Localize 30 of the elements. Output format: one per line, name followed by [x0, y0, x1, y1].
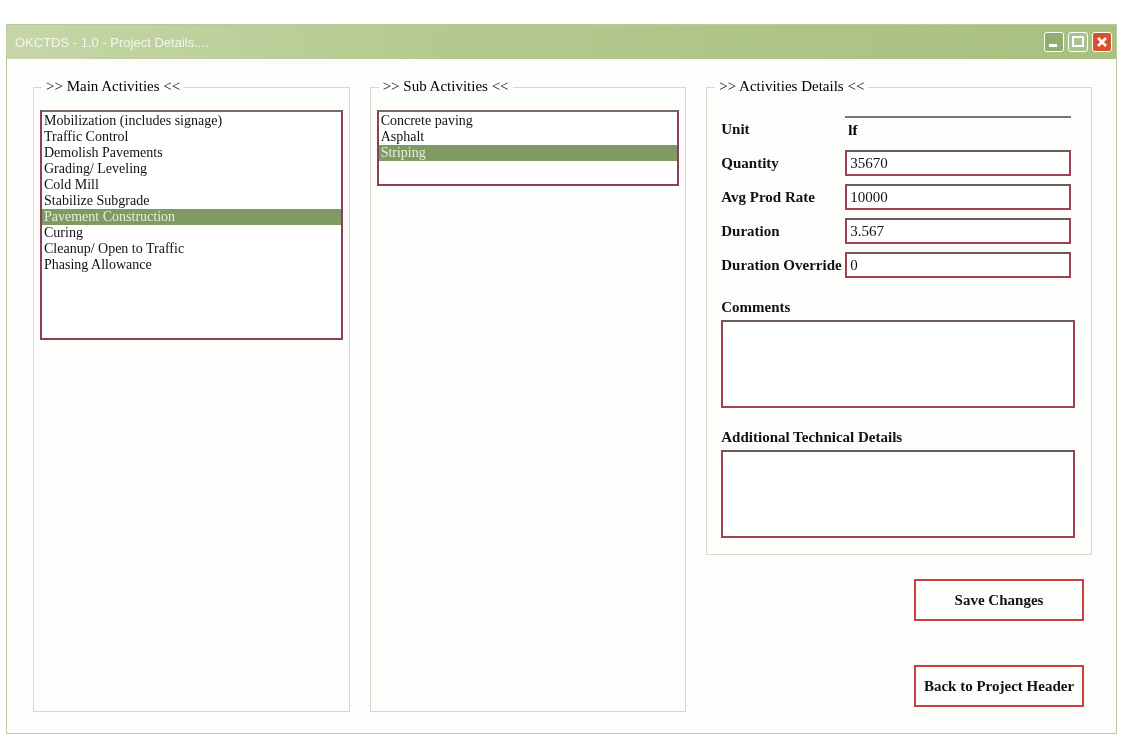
field-label: Avg Prod Rate	[721, 188, 816, 206]
list-item[interactable]: Traffic Control	[42, 129, 341, 145]
list-item[interactable]: Concrete paving	[378, 113, 678, 129]
list-item[interactable]: Asphalt	[378, 129, 678, 145]
field-label: Quantity	[721, 154, 780, 172]
text-area[interactable]	[721, 450, 1075, 538]
list-item[interactable]: Grading/ Leveling	[42, 161, 341, 177]
list-item[interactable]: Curing	[42, 225, 341, 241]
list-item[interactable]: Demolish Pavements	[42, 145, 341, 161]
input-field[interactable]: 10000	[845, 184, 1071, 210]
list-item[interactable]: Cold Mill	[42, 177, 341, 193]
minimize-icon[interactable]	[1044, 32, 1064, 52]
text-area[interactable]	[721, 320, 1075, 408]
field-label: Additional Technical Details	[721, 429, 903, 445]
action-button[interactable]: Save Changes	[914, 579, 1084, 621]
list-item[interactable]: Phasing Allowance	[42, 257, 341, 273]
field-label: Comments	[721, 299, 791, 315]
input-field[interactable]: 3.567	[845, 218, 1071, 244]
close-icon[interactable]	[1092, 32, 1112, 52]
action-button[interactable]: Back to Project Header	[914, 665, 1084, 707]
field-label: Duration	[721, 222, 781, 240]
input-field[interactable]: 35670	[845, 150, 1071, 176]
list-item[interactable]: Stabilize Subgrade	[42, 193, 341, 209]
input-field[interactable]: 0	[845, 252, 1071, 278]
field-label: Duration Override	[721, 256, 843, 274]
list-item[interactable]: Mobilization (includes signage)	[42, 113, 341, 129]
unit-field[interactable]: lf	[845, 116, 1071, 142]
window-title: OKCTDS - 1.0 - Project Details....	[15, 34, 210, 50]
field-label: Unit	[721, 120, 751, 138]
list-item[interactable]: Cleanup/ Open to Traffic	[42, 241, 341, 257]
